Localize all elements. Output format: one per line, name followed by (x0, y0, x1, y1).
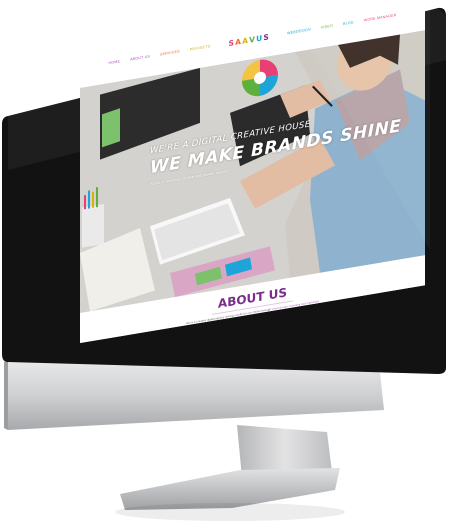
nav-services[interactable]: Services (160, 49, 180, 56)
logo-letter: A (235, 36, 242, 47)
logo-letter: S (263, 31, 270, 42)
nav-home[interactable]: Home (108, 59, 120, 65)
logo-letter: U (256, 32, 263, 44)
nav-webdesign[interactable]: Webdesign (287, 27, 311, 35)
nav-projects[interactable]: Projects (190, 44, 211, 51)
nav-video[interactable]: Video (321, 24, 333, 30)
nav-work-manager[interactable]: Work Manager (364, 13, 397, 22)
nav-blog[interactable]: Blog (343, 20, 354, 26)
product-mockup-scene: Home About Us Services Projects S A A V … (0, 0, 449, 532)
nav-about-us[interactable]: About Us (130, 54, 150, 61)
logo-letter: S (228, 37, 235, 48)
logo-letter: A (242, 35, 249, 46)
logo-letter: V (249, 34, 256, 45)
monitor-screen: Home About Us Services Projects S A A V … (80, 0, 425, 344)
site-logo[interactable]: S A A V U S (228, 32, 269, 48)
